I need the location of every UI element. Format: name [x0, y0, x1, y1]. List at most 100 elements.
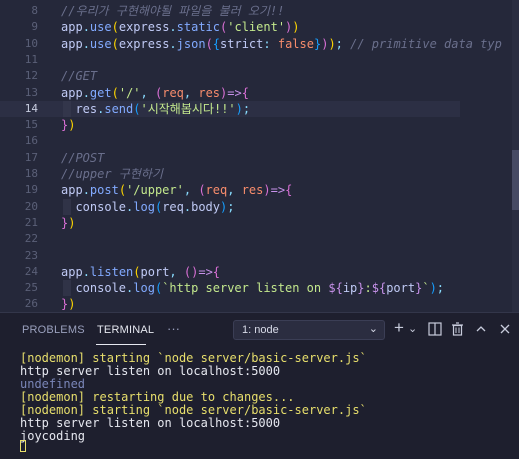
- code-token: ,: [169, 264, 184, 279]
- line-number: 11: [24, 52, 38, 66]
- more-actions-icon[interactable]: ···: [167, 321, 180, 336]
- code-token: req: [162, 85, 184, 100]
- code-line[interactable]: 9 app.use(express.static('client')): [0, 19, 460, 35]
- code-line[interactable]: 23: [0, 248, 460, 264]
- code-token: ,: [183, 183, 199, 198]
- code-line[interactable]: 13 app.get('/', (req, res)=>{: [0, 85, 460, 101]
- code-line[interactable]: 14 res.send('시작해봅시다!!');: [0, 100, 460, 118]
- code-token: strict: [220, 36, 264, 51]
- code-token: ${: [371, 281, 387, 296]
- line-number: 23: [24, 248, 38, 262]
- panel-header: PROBLEMS TERMINAL ··· 1: node ⌄ + ⌄: [0, 312, 519, 349]
- terminal-output[interactable]: [nodemon] starting `node server/basic-se…: [0, 348, 519, 459]
- code-text: app.use(express.json({strict: false})); …: [61, 36, 502, 52]
- code-token: ): [292, 20, 300, 35]
- code-token: (: [111, 36, 119, 51]
- code-token: }: [357, 281, 365, 296]
- line-number: 10: [24, 36, 38, 50]
- terminal-cursor: [20, 440, 26, 452]
- code-token: =>: [198, 264, 213, 279]
- code-token: // primitive data typ: [350, 36, 502, 51]
- tab-problems[interactable]: PROBLEMS: [22, 324, 85, 336]
- code-text: console.log(req.body);: [61, 199, 234, 215]
- code-token: app: [61, 20, 83, 35]
- code-text: }): [61, 296, 75, 312]
- code-token: ,: [140, 85, 155, 100]
- code-token: (: [133, 264, 141, 279]
- new-terminal-icon[interactable]: +: [394, 319, 404, 336]
- code-line[interactable]: 24 app.listen(port, ()=>{: [0, 264, 460, 280]
- code-line[interactable]: 18 //upper 구현하기: [0, 166, 460, 182]
- tab-terminal[interactable]: TERMINAL: [97, 324, 154, 336]
- code-editor[interactable]: 8//우리가 구현해야될 파일을 불러 오기!! 9 app.use(express…: [0, 0, 519, 312]
- code-token: .: [82, 85, 90, 100]
- terminal-select[interactable]: 1: node ⌄: [233, 320, 385, 340]
- code-line[interactable]: 22: [0, 231, 460, 247]
- close-panel-icon[interactable]: [499, 322, 511, 339]
- code-token: (: [133, 101, 141, 116]
- editor-scrollbar-thumb[interactable]: [512, 150, 519, 210]
- line-number: 13: [24, 85, 38, 99]
- code-token: body: [191, 199, 221, 214]
- code-token: res: [61, 101, 98, 116]
- code-token: false: [277, 36, 314, 51]
- line-number: 26: [24, 297, 38, 311]
- code-line[interactable]: 25 console.log(`http server listen on ${…: [0, 280, 460, 297]
- line-number: 17: [24, 150, 38, 164]
- code-token: {: [212, 264, 221, 279]
- code-token: ;: [335, 36, 351, 51]
- code-token: ;: [242, 101, 251, 116]
- code-token: (: [198, 183, 206, 198]
- code-token: =>: [227, 85, 242, 100]
- code-line[interactable]: 20 console.log(req.body);: [0, 198, 460, 215]
- code-token: console: [61, 281, 127, 296]
- code-token: :: [364, 281, 372, 296]
- code-token: //POST: [61, 150, 105, 165]
- line-number: 9: [31, 20, 38, 34]
- trash-icon[interactable]: [451, 322, 464, 339]
- code-token: '/upper': [126, 183, 184, 198]
- code-line[interactable]: 10 app.use(express.json({strict: false}))…: [0, 36, 502, 52]
- code-line[interactable]: 12 //GET: [0, 68, 460, 84]
- code-token: {: [285, 183, 293, 198]
- code-token: ${: [328, 281, 343, 296]
- code-line[interactable]: 8 //우리가 구현해야될 파일을 불러 오기!!: [0, 3, 460, 19]
- code-line[interactable]: 16: [0, 133, 460, 149]
- code-token: get: [89, 85, 112, 100]
- chevron-down-icon: ⌄: [368, 323, 378, 335]
- code-text: //우리가 구현해야될 파일을 불러 오기!!: [61, 3, 284, 19]
- code-token: req: [205, 183, 228, 198]
- code-token: use: [89, 36, 112, 51]
- code-text: console.log(`http server listen on ${ip}…: [61, 280, 444, 296]
- code-token: .: [82, 36, 90, 51]
- code-line[interactable]: 26}): [0, 296, 460, 312]
- code-token: ): [68, 215, 76, 230]
- code-token: use: [89, 20, 112, 35]
- code-token: .: [82, 264, 90, 279]
- code-line[interactable]: 11: [0, 52, 460, 68]
- code-token: //upper 구현하기: [61, 167, 163, 181]
- split-terminal-icon[interactable]: [428, 322, 442, 339]
- code-token: ): [429, 281, 437, 296]
- new-terminal-chevron-icon[interactable]: ⌄: [408, 321, 417, 337]
- code-token: //우리가 구현해야될 파일을 불러 오기!!: [61, 4, 285, 18]
- code-line[interactable]: 15}): [0, 117, 460, 133]
- line-number: 20: [24, 199, 38, 213]
- code-token: ): [235, 101, 243, 116]
- code-token: (: [118, 183, 127, 198]
- line-number: 24: [24, 264, 38, 278]
- code-line[interactable]: 19 app.post('/upper', (req, res)=>{: [0, 182, 460, 198]
- code-token: static: [176, 20, 221, 35]
- code-line[interactable]: 17 //POST: [0, 150, 460, 166]
- code-token: {: [212, 36, 221, 51]
- code-text: }): [61, 117, 75, 133]
- maximize-panel-icon[interactable]: [475, 322, 487, 339]
- code-token: ,: [227, 183, 242, 198]
- code-token: app: [61, 36, 83, 51]
- code-token: post: [89, 183, 119, 198]
- code-text: app.post('/upper', (req, res)=>{: [61, 182, 292, 198]
- code-token: res: [241, 183, 264, 198]
- code-line[interactable]: 21}): [0, 215, 460, 231]
- code-token: ip: [342, 281, 358, 296]
- code-token: json: [176, 36, 206, 51]
